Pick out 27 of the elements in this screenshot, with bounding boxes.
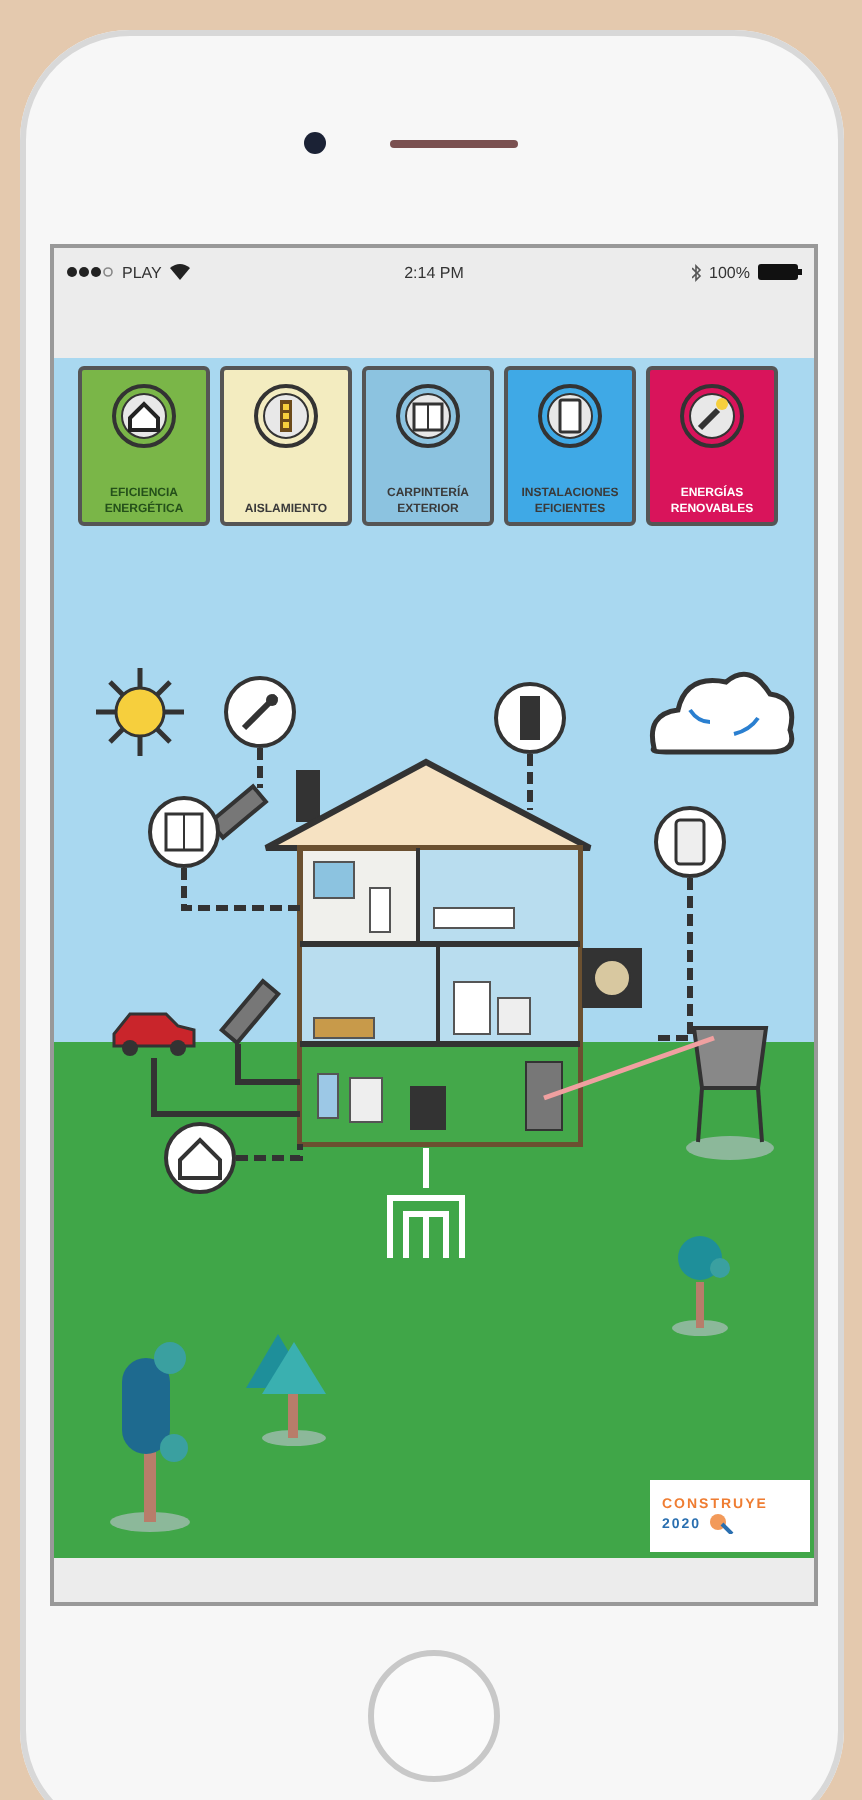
signal-icon	[66, 266, 114, 278]
silo-drawing	[686, 1026, 774, 1160]
document-icon	[536, 382, 604, 450]
tree-icon	[246, 1334, 326, 1446]
battery-icon	[252, 382, 320, 450]
camera-dot	[304, 132, 326, 154]
window-icon	[394, 382, 462, 450]
tree-icon	[110, 1342, 190, 1532]
window-icon	[148, 796, 220, 868]
connector-line	[236, 1144, 303, 1161]
carrier-name: PLAY	[122, 263, 162, 281]
geothermal-pipe-icon	[387, 1145, 465, 1261]
wifi-icon	[169, 264, 190, 280]
house-icon	[164, 1122, 236, 1194]
tree-icon	[672, 1236, 730, 1336]
cloud-icon	[649, 671, 795, 755]
connector-line	[181, 868, 300, 911]
speaker-slot	[390, 140, 518, 148]
status-time: 2:14 PM	[404, 263, 464, 281]
car-icon	[112, 1012, 196, 1056]
bluetooth-icon	[691, 263, 702, 281]
battery-percent: 100%	[709, 263, 750, 281]
connector-line	[257, 748, 263, 788]
battery-icon	[757, 264, 802, 280]
connector-line	[527, 754, 533, 810]
sun-icon	[96, 668, 184, 756]
house-icon	[110, 382, 178, 450]
